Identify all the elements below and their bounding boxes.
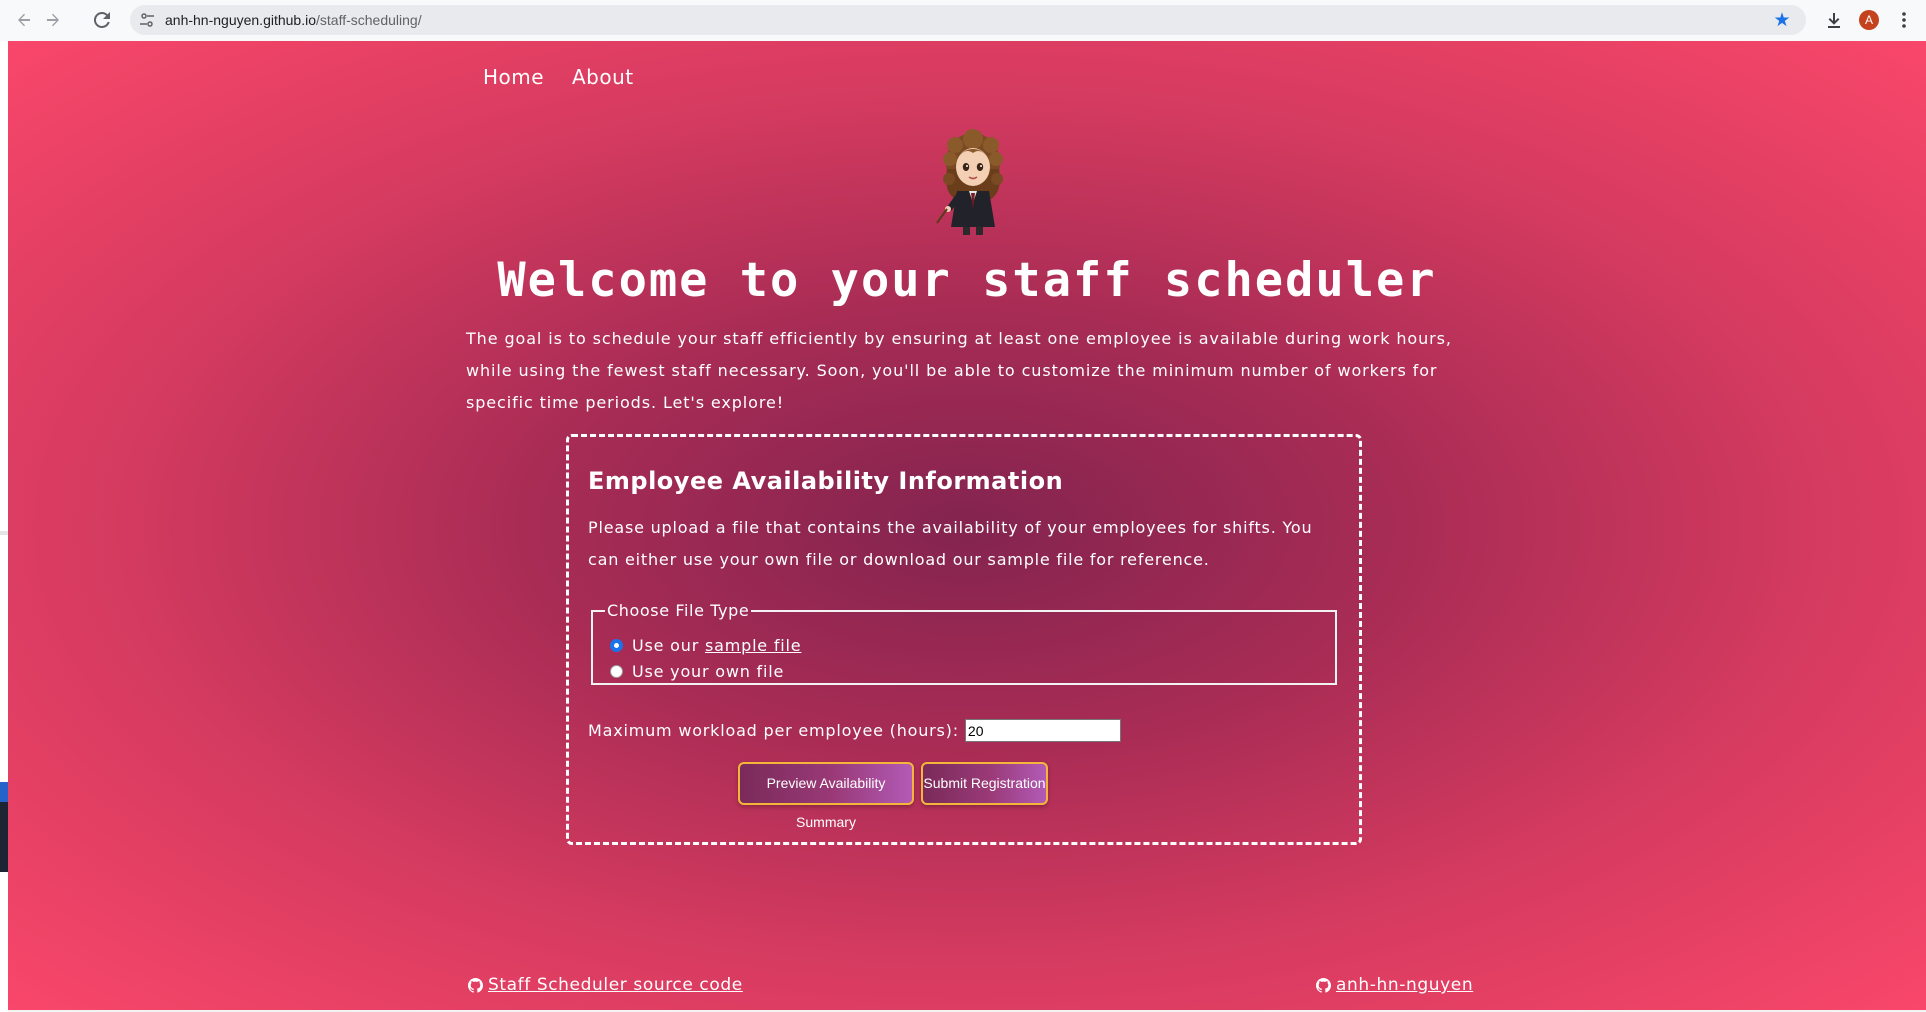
url-host: anh-hn-nguyen.github.io — [165, 12, 317, 28]
browser-toolbar: anh-hn-nguyen.github.io/staff-scheduling… — [0, 0, 1926, 42]
github-icon — [1316, 977, 1331, 993]
radio-own-file-label: Use your own file — [632, 662, 785, 681]
back-button[interactable] — [12, 8, 36, 32]
github-icon — [468, 977, 483, 993]
arrow-left-icon — [18, 13, 30, 27]
radio-own-file-input[interactable] — [610, 665, 623, 678]
reload-button[interactable] — [90, 8, 114, 32]
hero-avatar-image — [936, 129, 1003, 235]
desktop-edge-divider — [0, 531, 8, 535]
submit-registration-button[interactable]: Submit Registration — [921, 762, 1048, 805]
desktop-edge-window-accent — [0, 782, 8, 802]
profile-button[interactable]: A — [1857, 8, 1881, 32]
availability-form-card: Employee Availability Information Please… — [566, 434, 1362, 845]
source-code-link[interactable]: Staff Scheduler source code — [488, 975, 743, 995]
radio-own-file[interactable]: Use your own file — [610, 662, 784, 681]
kebab-menu-icon[interactable] — [1892, 8, 1916, 32]
radio-sample-file-input[interactable] — [610, 639, 623, 652]
url-text[interactable]: anh-hn-nguyen.github.io/staff-scheduling… — [165, 5, 422, 35]
forward-button[interactable] — [41, 8, 65, 32]
nav-home-link[interactable]: Home — [483, 65, 544, 89]
address-bar[interactable]: anh-hn-nguyen.github.io/staff-scheduling… — [130, 5, 1806, 35]
sample-file-link[interactable]: sample file — [705, 636, 801, 655]
footer-source: Staff Scheduler source code — [468, 975, 743, 995]
file-type-group: Choose File Type Use our sample file Use… — [591, 601, 1337, 685]
download-icon[interactable] — [1822, 8, 1846, 32]
preview-availability-button[interactable]: Preview Availability Summary — [738, 762, 914, 830]
workload-label: Maximum workload per employee (hours): — [588, 721, 959, 740]
footer-author: anh-hn-nguyen — [1316, 975, 1473, 995]
avatar: A — [1859, 10, 1879, 30]
arrow-right-icon — [47, 13, 59, 27]
desktop-edge — [0, 41, 8, 1012]
radio-sample-file-prefix: Use our — [632, 636, 705, 655]
page-title: Welcome to your staff scheduler — [497, 253, 1437, 308]
workload-input[interactable] — [964, 719, 1121, 742]
author-profile-link[interactable]: anh-hn-nguyen — [1336, 975, 1473, 995]
tune-icon[interactable] — [138, 11, 156, 29]
star-icon[interactable]: ★ — [1772, 10, 1792, 30]
workload-row: Maximum workload per employee (hours): — [588, 719, 1121, 742]
radio-sample-file[interactable]: Use our sample file — [610, 636, 801, 655]
reload-icon — [94, 12, 110, 28]
intro-text: The goal is to schedule your staff effic… — [466, 329, 1452, 412]
form-description: Please upload a file that contains the a… — [588, 518, 1313, 569]
desktop-edge-window — [0, 802, 8, 872]
form-title: Employee Availability Information — [588, 467, 1064, 495]
page: Home About Welcome to your staff schedul… — [8, 41, 1926, 1012]
nav-about-link[interactable]: About — [572, 65, 634, 89]
url-path: /staff-scheduling/ — [316, 12, 422, 28]
file-type-legend: Choose File Type — [607, 601, 750, 620]
